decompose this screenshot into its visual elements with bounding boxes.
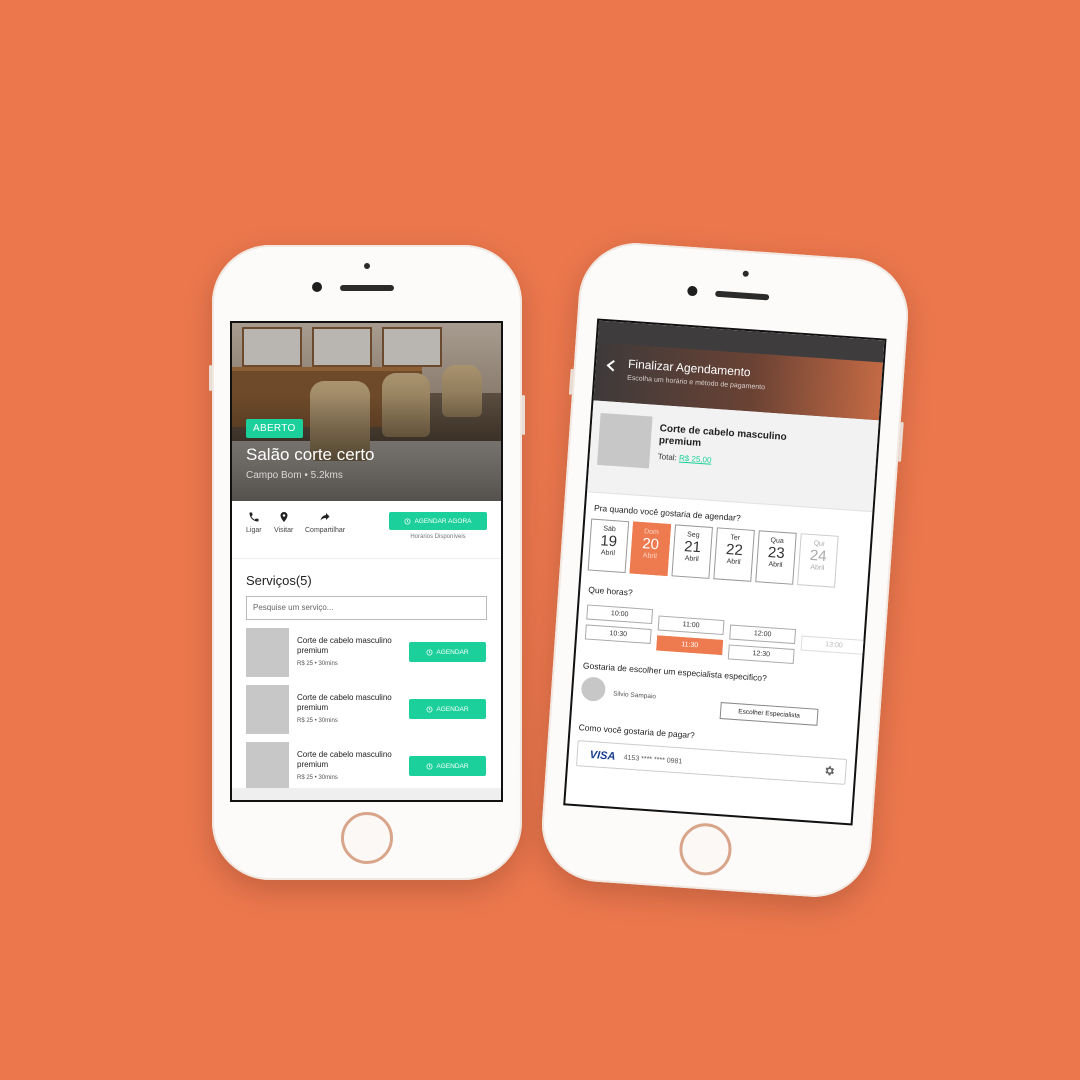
service-meta: R$ 25 • 30mins bbox=[297, 775, 338, 781]
product-name: Corte de cabelo masculino premium bbox=[658, 423, 788, 450]
service-name: Corte de cabelo masculino premium bbox=[297, 750, 392, 769]
shop-name: Salão corte certo bbox=[246, 445, 375, 464]
avatar bbox=[580, 676, 607, 702]
service-item[interactable]: Corte de cabelo masculino premium R$ 25 … bbox=[246, 734, 501, 791]
schedule-label: AGENDAR bbox=[436, 705, 469, 713]
date-option[interactable]: Ter 22 Abril bbox=[713, 527, 755, 582]
time-option[interactable]: 12:30 bbox=[727, 644, 795, 665]
service-search-input[interactable]: Pesquise um serviço... bbox=[246, 596, 487, 620]
next-item-peek bbox=[232, 788, 501, 800]
service-item[interactable]: Corte de cabelo masculino premium R$ 25 … bbox=[246, 620, 501, 677]
service-thumbnail bbox=[246, 742, 289, 791]
service-thumbnail bbox=[246, 685, 289, 734]
salon-hero-image: ABERTO Salão corte certo Campo Bom • 5.2… bbox=[232, 323, 501, 501]
clock-icon bbox=[426, 763, 433, 769]
services-title: Serviços(5) bbox=[246, 573, 312, 588]
book-now-label: AGENDAR AGORA bbox=[414, 517, 472, 525]
product-thumbnail bbox=[597, 412, 653, 469]
date-month: Abril bbox=[600, 549, 616, 558]
left-screen: ABERTO Salão corte certo Campo Bom • 5.2… bbox=[230, 321, 503, 802]
phone-speaker bbox=[715, 290, 770, 301]
phone-sensor bbox=[742, 270, 749, 277]
right-screen: Finalizar Agendamento Escolha um horário… bbox=[563, 318, 887, 826]
location-pin-icon bbox=[280, 512, 288, 522]
phone-left: ABERTO Salão corte certo Campo Bom • 5.2… bbox=[209, 245, 525, 880]
service-name: Corte de cabelo masculino premium bbox=[297, 693, 392, 712]
phone-icon bbox=[249, 512, 259, 522]
schedule-button[interactable]: AGENDAR bbox=[409, 756, 486, 776]
phone-camera bbox=[687, 285, 698, 297]
service-meta: R$ 25 • 30mins bbox=[297, 661, 338, 667]
date-month: Abril bbox=[684, 555, 699, 564]
visit-action[interactable]: Visitar bbox=[274, 511, 293, 534]
date-option-selected[interactable]: Dom 20 Abril bbox=[629, 521, 672, 576]
call-action[interactable]: Ligar bbox=[246, 511, 262, 534]
phone-side-button bbox=[522, 395, 525, 435]
product-summary: Corte de cabelo masculino premium Total:… bbox=[587, 400, 879, 513]
date-month: Abril bbox=[642, 552, 658, 561]
date-month: Abril bbox=[810, 563, 825, 572]
share-action[interactable]: Compartilhar bbox=[305, 511, 345, 534]
action-bar: Ligar Visitar Compartilhar AGENDAR AGORA… bbox=[232, 501, 501, 559]
call-label: Ligar bbox=[246, 527, 262, 534]
book-now-button[interactable]: AGENDAR AGORA bbox=[389, 512, 487, 530]
time-option-selected[interactable]: 11:30 bbox=[656, 635, 724, 656]
visa-logo-icon: VISA bbox=[589, 749, 616, 763]
shop-location: Campo Bom • 5.2kms bbox=[246, 470, 343, 481]
service-meta: R$ 25 • 30mins bbox=[297, 718, 338, 724]
phone-camera bbox=[312, 282, 322, 292]
schedule-button[interactable]: AGENDAR bbox=[409, 642, 486, 662]
date-month: Abril bbox=[726, 558, 741, 567]
share-label: Compartilhar bbox=[305, 527, 346, 534]
time-option[interactable]: 11:00 bbox=[657, 615, 725, 636]
gear-icon[interactable] bbox=[823, 764, 836, 777]
service-item[interactable]: Corte de cabelo masculino premium R$ 25 … bbox=[246, 677, 501, 734]
total-value: R$ 25,00 bbox=[678, 453, 712, 465]
phone-right: Finalizar Agendamento Escolha um horário… bbox=[538, 239, 912, 901]
total-label: Total: bbox=[657, 452, 678, 463]
time-option[interactable]: 10:30 bbox=[584, 624, 652, 644]
home-button[interactable] bbox=[341, 812, 393, 864]
time-option[interactable]: 10:00 bbox=[586, 604, 654, 625]
schedule-button[interactable]: AGENDAR bbox=[409, 699, 486, 719]
phone-sensor bbox=[364, 263, 370, 269]
clock-icon bbox=[426, 706, 433, 712]
service-name: Corte de cabelo masculino premium bbox=[297, 636, 392, 655]
phone-side-button bbox=[897, 421, 904, 463]
share-icon bbox=[320, 513, 330, 521]
date-month: Abril bbox=[768, 561, 783, 569]
phone-speaker bbox=[340, 285, 394, 291]
visit-label: Visitar bbox=[274, 527, 294, 534]
schedule-label: AGENDAR bbox=[436, 762, 469, 770]
time-option[interactable]: 12:00 bbox=[729, 624, 797, 645]
clock-icon bbox=[404, 518, 411, 524]
time-option[interactable]: 13:00 bbox=[800, 635, 868, 656]
available-hours-link[interactable]: Horarios Disponíveis bbox=[389, 534, 487, 540]
date-option[interactable]: Qua 23 Abril bbox=[755, 530, 797, 585]
choose-specialist-button[interactable]: Escolher Especialista bbox=[719, 702, 819, 726]
phone-side-button bbox=[209, 365, 212, 391]
date-option[interactable]: Seg 21 Abril bbox=[671, 524, 713, 579]
home-button[interactable] bbox=[677, 821, 734, 878]
specialist-name: Silvio Sampaio bbox=[612, 690, 657, 701]
product-total: Total: R$ 25,00 bbox=[657, 452, 711, 465]
card-number: 4153 **** **** 0981 bbox=[623, 754, 683, 766]
service-thumbnail bbox=[246, 628, 289, 677]
status-badge: ABERTO bbox=[246, 419, 303, 438]
clock-icon bbox=[426, 649, 433, 655]
date-option[interactable]: Qui 24 Abril bbox=[797, 533, 839, 588]
schedule-label: AGENDAR bbox=[436, 648, 469, 656]
back-arrow-icon[interactable] bbox=[606, 359, 617, 372]
date-option[interactable]: Sáb 19 Abril bbox=[587, 518, 630, 574]
phone-side-button bbox=[568, 368, 574, 395]
